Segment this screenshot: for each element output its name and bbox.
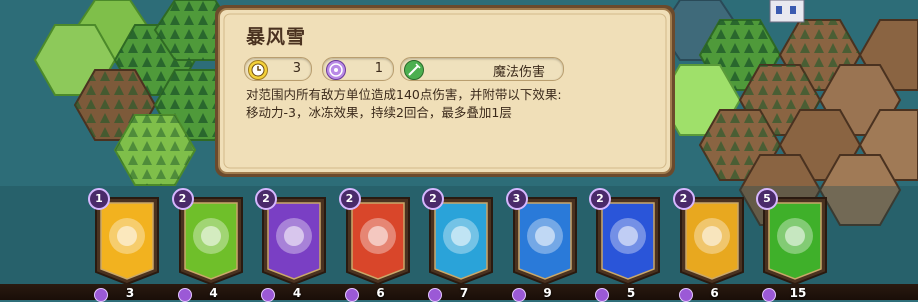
card-cost-badge: 2 [338,188,361,210]
magic-sword-icon [404,60,424,80]
card-count-value: 3 [125,286,135,300]
card-cost-badge: 3 [505,188,528,210]
skill-card[interactable]: 26 [338,188,413,302]
skill-card[interactable]: 27 [422,188,496,302]
clock-icon [248,60,268,80]
castle-icon [769,0,805,23]
skill-title: 暴风雪 [246,26,307,48]
skill-description: 对范围内所有敌方单位造成140点伤害，并附带以下效果: 移动力-3，冰冻效果，持… [246,87,562,120]
card-count-value: 4 [209,286,218,300]
skill-card[interactable]: 5 15 [756,188,830,302]
card-count-value: 6 [376,286,385,300]
damage-type-stat: 魔法伤害 [400,57,564,81]
card-cost-badge: 2 [171,188,194,210]
skill-card[interactable]: 26 [672,188,747,302]
range-stat: 1 [322,57,394,81]
card-cost-badge: 2 [255,188,277,210]
card-count-value: 7 [459,286,469,300]
card-count-value: 4 [292,286,302,300]
card-cost-badge: 5 [756,188,778,210]
damage-type-value: 魔法伤害 [492,65,545,80]
cooldown-value: 3 [292,61,301,76]
card-cost-badge: 2 [422,188,444,210]
card-count-value: 5 [626,286,636,300]
skill-tooltip: 暴风雪 3 1 魔法伤害 对范围内所有敌方单位造成140点伤害，并附带以下效果:… [212,2,678,180]
skill-card[interactable]: 39 [505,188,580,302]
card-cost-badge: 2 [672,188,695,210]
range-value: 1 [374,61,383,76]
skill-card[interactable]: 24 [171,188,246,302]
card-count-value: 9 [543,286,552,300]
cooldown-stat: 3 [244,57,312,81]
skill-card[interactable]: 24 [255,188,329,302]
card-cost-badge: 1 [88,188,110,210]
card-count-value: 15 [789,286,807,300]
skill-card[interactable]: 13 [88,188,162,302]
card-cost-badge: 2 [589,188,611,210]
skill-card[interactable]: 25 [589,188,663,302]
card-count-value: 6 [710,286,719,300]
target-icon [326,60,346,80]
